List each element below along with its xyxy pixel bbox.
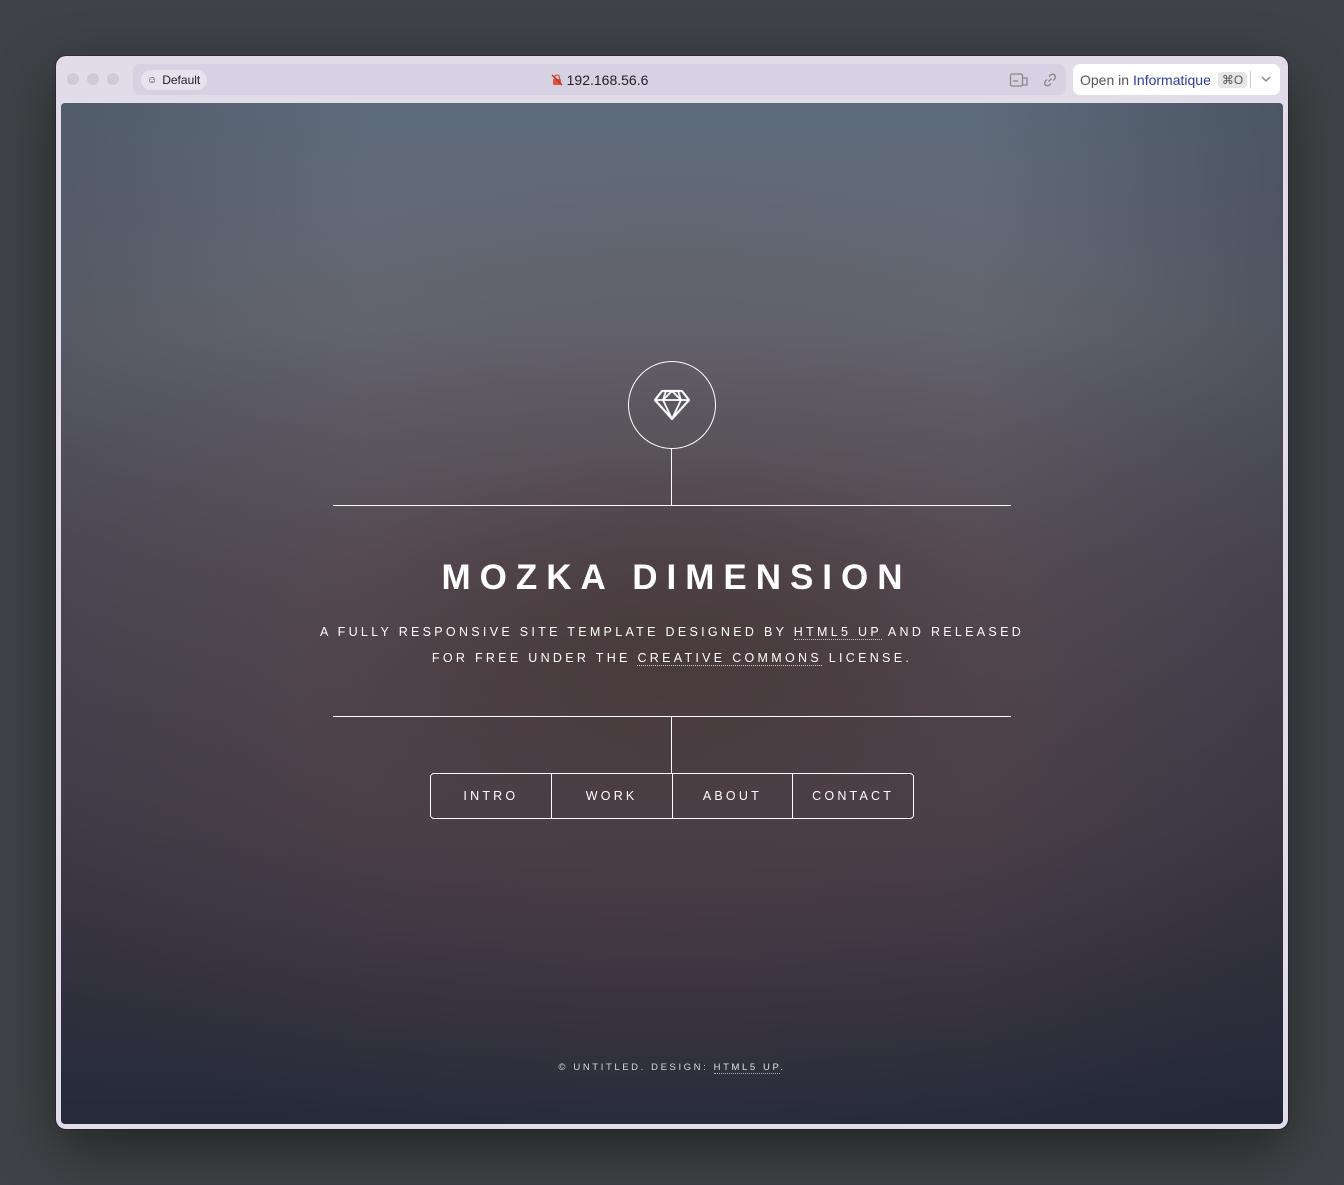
page-viewport: MOZKA DIMENSION A FULLY RESPONSIVE SITE … xyxy=(61,103,1283,1124)
nav-intro[interactable]: INTRO xyxy=(431,774,551,818)
address-bar[interactable]: ☺ Default 192.168.56.6 xyxy=(133,64,1066,95)
open-in-prefix: Open in xyxy=(1080,71,1130,88)
url-display: 192.168.56.6 xyxy=(133,64,1066,95)
window-controls xyxy=(67,73,119,85)
zoom-window-button[interactable] xyxy=(107,73,119,85)
connector-line-bottom xyxy=(671,716,672,773)
site-title: MOZKA DIMENSION xyxy=(441,558,912,597)
profile-icon: ☺ xyxy=(147,74,158,86)
nav-about[interactable]: ABOUT xyxy=(671,774,793,818)
insecure-lock-icon xyxy=(551,73,563,85)
connector-line-top xyxy=(671,449,672,505)
divider-bottom xyxy=(333,716,1011,717)
browser-window: ☺ Default 192.168.56.6 Open in Informati… xyxy=(56,56,1288,1129)
nav-contact[interactable]: CONTACT xyxy=(792,774,913,818)
open-in-app-button[interactable]: Open in Informatique ⌘O xyxy=(1073,64,1280,95)
shortcut-badge: ⌘O xyxy=(1217,71,1248,88)
creative-commons-link[interactable]: CREATIVE COMMONS xyxy=(637,651,822,666)
footer-html5up-link[interactable]: HTML5 UP xyxy=(713,1062,781,1074)
divider-top xyxy=(333,505,1011,506)
nav-work[interactable]: WORK xyxy=(550,774,672,818)
footer-text: © UNTITLED. DESIGN: xyxy=(558,1062,714,1073)
minimize-window-button[interactable] xyxy=(87,73,99,85)
site-subtitle: A FULLY RESPONSIVE SITE TEMPLATE DESIGNE… xyxy=(319,625,1025,666)
browser-toolbar: ☺ Default 192.168.56.6 Open in Informati… xyxy=(56,56,1288,103)
profile-label: Default xyxy=(162,73,201,87)
logo-circle xyxy=(628,361,716,449)
link-icon[interactable] xyxy=(1040,71,1060,89)
main-nav: INTRO WORK ABOUT CONTACT xyxy=(430,773,914,819)
chevron-down-icon[interactable] xyxy=(1259,72,1273,86)
open-in-app-name: Informatique xyxy=(1133,71,1211,88)
reader-mode-icon[interactable] xyxy=(1009,71,1029,89)
diamond-icon xyxy=(653,389,691,421)
url-text[interactable]: 192.168.56.6 xyxy=(567,72,649,88)
html5up-link[interactable]: HTML5 UP xyxy=(793,625,882,640)
site-footer: © UNTITLED. DESIGN: HTML5 UP. xyxy=(558,1062,786,1074)
close-window-button[interactable] xyxy=(67,73,79,85)
profile-button[interactable]: ☺ Default xyxy=(141,70,208,90)
divider xyxy=(1250,71,1251,88)
